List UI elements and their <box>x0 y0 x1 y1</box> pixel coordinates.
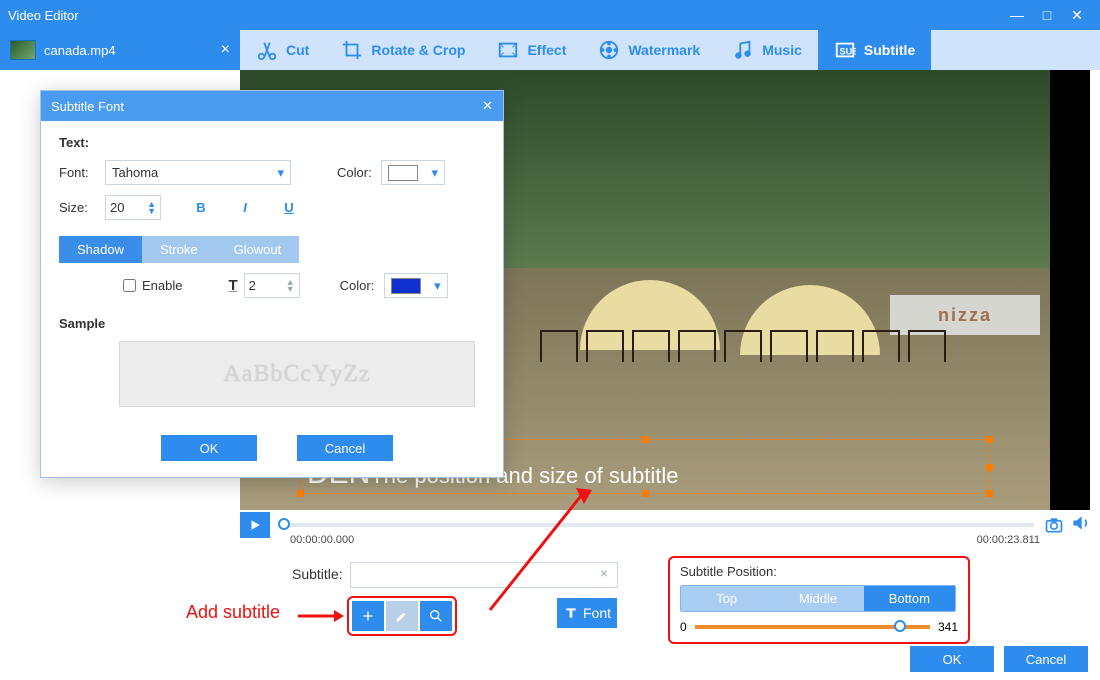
enable-checkbox[interactable] <box>123 279 136 292</box>
tool-row: canada.mp4 × Cut Rotate & Crop Effect Wa… <box>0 30 1100 70</box>
snapshot-button[interactable] <box>1042 515 1066 535</box>
underline-button[interactable]: U <box>275 200 303 215</box>
subtitle-input[interactable] <box>350 562 618 588</box>
timeline-track[interactable] <box>278 523 1034 527</box>
shadow-color-label: Color: <box>340 278 384 293</box>
app-title: Video Editor <box>8 8 1002 23</box>
subtitle-icon: SUB <box>834 39 856 61</box>
dialog-title: Subtitle Font <box>51 99 124 114</box>
size-label: Size: <box>59 200 105 215</box>
cancel-button[interactable]: Cancel <box>1004 646 1088 672</box>
position-slider-knob[interactable] <box>894 620 906 632</box>
tool-music[interactable]: Music <box>716 30 818 70</box>
maximize-button[interactable]: □ <box>1032 7 1062 23</box>
dialog-close-icon[interactable]: ✕ <box>482 98 493 114</box>
svg-text:SUB: SUB <box>839 47 856 57</box>
tool-cut[interactable]: Cut <box>240 30 325 70</box>
ok-button[interactable]: OK <box>910 646 994 672</box>
dialog-cancel-button[interactable]: Cancel <box>297 435 393 461</box>
dialog-ok-button[interactable]: OK <box>161 435 257 461</box>
tab-stroke[interactable]: Stroke <box>142 236 216 263</box>
position-slider[interactable] <box>695 625 930 629</box>
font-label: Font: <box>59 165 105 180</box>
text-color-combo[interactable]: ▾ <box>381 160 445 185</box>
minimize-button[interactable]: — <box>1002 7 1032 23</box>
chevron-down-icon: ▾ <box>277 165 284 181</box>
font-button[interactable]: Font <box>557 598 617 628</box>
shadow-color-combo[interactable]: ▾ <box>384 273 448 298</box>
titlebar: Video Editor — □ ✕ <box>0 0 1100 30</box>
shadow-color-swatch <box>391 278 421 294</box>
position-min: 0 <box>680 620 687 634</box>
sample-label: Sample <box>59 316 485 331</box>
chevron-down-icon: ▾ <box>431 165 438 181</box>
time-start: 00:00:00.000 <box>290 534 354 546</box>
tool-watermark[interactable]: Watermark <box>582 30 716 70</box>
tool-effect[interactable]: Effect <box>481 30 582 70</box>
time-end: 00:00:23.811 <box>977 534 1040 546</box>
subtitle-button-group <box>347 596 457 636</box>
scene-sign: nizza <box>890 295 1040 335</box>
bold-button[interactable]: B <box>187 200 215 215</box>
effect-icon <box>497 39 519 61</box>
subtitle-input-label: Subtitle: <box>292 566 343 582</box>
watermark-icon <box>598 39 620 61</box>
edit-subtitle-button[interactable] <box>386 601 418 631</box>
tool-rotate-crop[interactable]: Rotate & Crop <box>325 30 481 70</box>
scissors-icon <box>256 39 278 61</box>
tab-glowout[interactable]: Glowout <box>216 236 300 263</box>
position-top[interactable]: Top <box>681 586 772 611</box>
chevron-down-icon: ▾ <box>434 278 441 294</box>
tab-shadow[interactable]: Shadow <box>59 236 142 263</box>
add-subtitle-button[interactable] <box>352 601 384 631</box>
search-subtitle-button[interactable] <box>420 601 452 631</box>
file-thumb-icon <box>10 40 36 60</box>
position-label: Subtitle Position: <box>680 564 958 579</box>
enable-label: Enable <box>142 278 182 293</box>
text-section-label: Text: <box>59 135 485 150</box>
position-middle[interactable]: Middle <box>772 586 863 611</box>
file-name: canada.mp4 <box>44 43 116 58</box>
crop-icon <box>341 39 363 61</box>
text-icon <box>563 605 579 621</box>
text-color-label: Color: <box>337 165 381 180</box>
subtitle-font-dialog: Subtitle Font ✕ Text: Font: Tahoma▾ Colo… <box>40 90 504 478</box>
file-tab[interactable]: canada.mp4 × <box>0 30 240 70</box>
annotation-arrow-icon <box>298 608 344 624</box>
subtitle-position-panel: Subtitle Position: Top Middle Bottom 0 3… <box>668 556 970 644</box>
shadow-offset-icon: T̲ <box>228 277 237 294</box>
close-window-button[interactable]: ✕ <box>1062 7 1092 24</box>
size-spinner[interactable]: 20 ▲▼ <box>105 195 161 220</box>
position-value: 341 <box>938 620 958 634</box>
music-icon <box>732 39 754 61</box>
position-bottom[interactable]: Bottom <box>864 586 955 611</box>
sample-preview: AaBbCcYyZz <box>119 341 475 407</box>
tool-subtitle[interactable]: SUB Subtitle <box>818 30 931 70</box>
file-tab-close-icon[interactable]: × <box>221 41 230 59</box>
timeline-playhead[interactable] <box>278 518 290 530</box>
subtitle-input-clear-icon[interactable]: × <box>600 565 608 581</box>
italic-button[interactable]: I <box>231 200 259 215</box>
annotation-add-subtitle: Add subtitle <box>186 602 280 623</box>
shadow-size-spinner[interactable]: 2 ▲▼ <box>244 273 300 298</box>
position-segmented: Top Middle Bottom <box>680 585 956 612</box>
font-combo[interactable]: Tahoma▾ <box>105 160 291 185</box>
